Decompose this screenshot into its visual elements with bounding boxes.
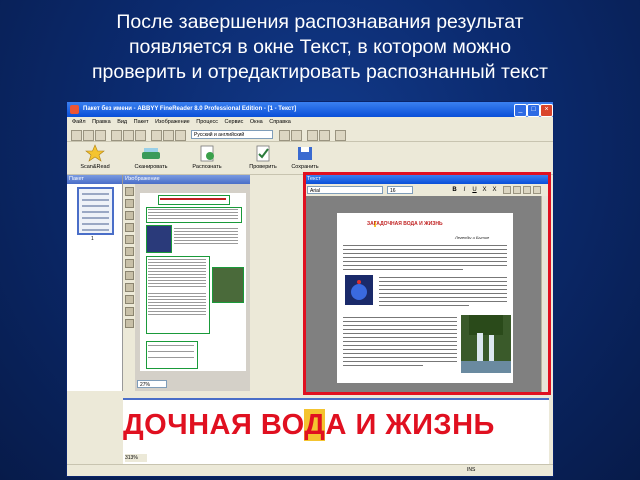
select-region-tool-icon[interactable] [125, 283, 134, 292]
menu-help[interactable]: Справка [269, 119, 291, 125]
save-label: Сохранить [291, 164, 319, 170]
scanread-label: Scan&Read [80, 164, 110, 170]
batch-panel: Пакет 1 [67, 175, 123, 391]
recognize-label: Распознать [192, 164, 222, 170]
window-title: Пакет без имени - ABBYY FineReader 8.0 P… [83, 106, 297, 112]
menu-bar: Файл Правка Вид Пакет Изображение Процес… [67, 117, 553, 128]
check-label: Проверить [249, 164, 277, 170]
slide-title-line-1: После завершения распознавания результат [116, 11, 524, 33]
close-button[interactable]: × [540, 104, 553, 117]
zoom-panel: ДОЧНАЯ ВОДА И ЖИЗНЬ 313% [123, 398, 549, 464]
menu-process[interactable]: Процесс [196, 119, 218, 125]
cut-region-tool-icon[interactable] [125, 271, 134, 280]
help-icon[interactable] [335, 130, 346, 141]
page-number: 1 [91, 236, 94, 242]
background-area-tool-icon[interactable] [125, 247, 134, 256]
menu-image[interactable]: Изображение [155, 119, 190, 125]
picture-area-tool-icon[interactable] [125, 211, 134, 220]
layout-icon[interactable] [279, 130, 290, 141]
image-tools [123, 184, 135, 391]
menu-file[interactable]: Файл [72, 119, 86, 125]
main-toolbar: Scan&Read Сканировать Распознать Провери… [67, 142, 553, 175]
image-panel-header: Изображение [123, 175, 250, 184]
analyze-tool-icon[interactable] [125, 295, 134, 304]
cut-icon[interactable] [111, 130, 122, 141]
new-icon[interactable] [71, 130, 82, 141]
redo-icon[interactable] [163, 130, 174, 141]
page-thumbnail[interactable] [77, 187, 114, 235]
menu-tools[interactable]: Сервис [225, 119, 244, 125]
recognize-button[interactable]: Распознать [185, 142, 229, 174]
window-titlebar[interactable]: Пакет без имени - ABBYY FineReader 8.0 P… [67, 102, 553, 117]
slide-title-line-2: появляется в окне Текст, в котором можно [128, 36, 512, 58]
settings-icon[interactable] [175, 130, 186, 141]
pointer-tool-icon[interactable] [125, 187, 134, 196]
status-ins: INS [467, 467, 476, 473]
zoom-highlight-letter: Д [304, 409, 326, 441]
add-region-tool-icon[interactable] [125, 259, 134, 268]
image-panel: Изображение 27% [123, 175, 250, 391]
menu-windows[interactable]: Окна [250, 119, 263, 125]
finereader-window: Пакет без имени - ABBYY FineReader 8.0 P… [66, 101, 554, 477]
star-wand-icon [85, 144, 105, 162]
menu-batch[interactable]: Пакет [134, 119, 149, 125]
copy-icon[interactable] [123, 130, 134, 141]
language-select[interactable]: Русский и английский [191, 130, 273, 139]
table-area-tool-icon[interactable] [125, 223, 134, 232]
text-area-tool-icon[interactable] [125, 199, 134, 208]
menu-edit[interactable]: Правка [92, 119, 111, 125]
zoomed-line: ДОЧНАЯ ВОДА И ЖИЗНЬ [123, 409, 495, 441]
zoom-out-icon[interactable] [319, 130, 330, 141]
save-small-icon[interactable] [95, 130, 106, 141]
scan-label: Сканировать [134, 164, 168, 170]
open-icon[interactable] [83, 130, 94, 141]
app-icon [70, 105, 79, 114]
scan-button[interactable]: Сканировать [129, 142, 173, 174]
status-bar: INS [67, 464, 553, 476]
rotate-tool-icon[interactable] [125, 319, 134, 328]
check-button[interactable]: Проверить [241, 142, 285, 174]
slide-title: После завершения распознавания результат… [0, 10, 640, 85]
image-zoom-select[interactable]: 27% [137, 380, 167, 388]
barcode-area-tool-icon[interactable] [125, 235, 134, 244]
save-button[interactable]: Сохранить [283, 142, 327, 174]
text-window-highlight-frame [303, 172, 551, 395]
minimize-button[interactable]: _ [514, 104, 527, 117]
zoom-in-icon[interactable] [307, 130, 318, 141]
window-icon[interactable] [291, 130, 302, 141]
slide-title-line-3: проверить и отредактировать распознанный… [92, 61, 548, 83]
check-icon [256, 145, 270, 162]
maximize-button[interactable]: □ [527, 104, 540, 117]
batch-panel-header: Пакет [67, 175, 122, 184]
scan-icon [142, 148, 160, 159]
order-tool-icon[interactable] [125, 307, 134, 316]
save-icon [298, 147, 312, 160]
scanned-page-image[interactable] [140, 193, 246, 371]
zoom-percent[interactable]: 313% [125, 454, 147, 462]
recognize-icon [200, 145, 214, 162]
standard-toolbar [67, 128, 553, 142]
menu-view[interactable]: Вид [117, 119, 127, 125]
paste-icon[interactable] [135, 130, 146, 141]
undo-icon[interactable] [151, 130, 162, 141]
scanread-button[interactable]: Scan&Read [73, 142, 117, 174]
